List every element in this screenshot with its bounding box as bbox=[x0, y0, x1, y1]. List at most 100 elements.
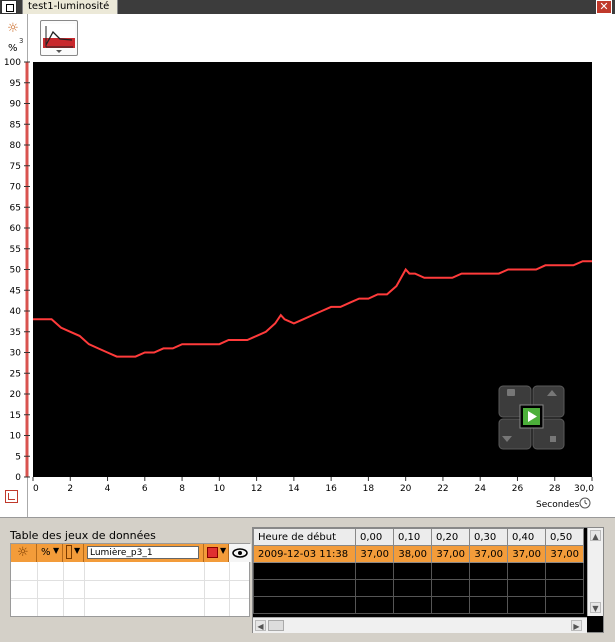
start-time-cell: 2009-12-03 11:38 bbox=[253, 545, 356, 563]
y-tick-label: 5 bbox=[15, 452, 21, 462]
x-axis-label: Secondes bbox=[536, 500, 580, 510]
column-header[interactable]: 0,50 bbox=[545, 528, 584, 546]
empty-cell bbox=[355, 596, 394, 614]
empty-cell bbox=[393, 579, 432, 597]
y-tick-label: 10 bbox=[10, 432, 22, 442]
x-tick-label: 10 bbox=[214, 484, 226, 494]
empty-cell bbox=[393, 562, 432, 580]
empty-cell bbox=[253, 596, 356, 614]
y-tick-label: 100 bbox=[4, 58, 21, 68]
value-cell: 37,00 bbox=[545, 545, 584, 563]
empty-cell bbox=[469, 579, 508, 597]
y-tick-label: 95 bbox=[10, 79, 21, 89]
empty-cell bbox=[507, 579, 546, 597]
value-cell: 37,00 bbox=[431, 545, 470, 563]
unit-value: % bbox=[41, 547, 51, 558]
y-tick-label: 20 bbox=[10, 390, 22, 400]
window-menu-icon[interactable] bbox=[1, 0, 17, 14]
y-tick-label: 60 bbox=[10, 224, 22, 234]
dataset-name-cell bbox=[84, 544, 204, 562]
empty-cell bbox=[507, 596, 546, 614]
x-tick-label: 14 bbox=[288, 484, 300, 494]
empty-cell bbox=[393, 596, 432, 614]
y-tick-label: 55 bbox=[10, 245, 21, 255]
x-tick-label: 16 bbox=[325, 484, 337, 494]
x-tick-label: 12 bbox=[251, 484, 262, 494]
x-tick-label: 4 bbox=[105, 484, 111, 494]
sensor-type-cell[interactable]: ☼ bbox=[11, 544, 37, 562]
x-tick-label: 26 bbox=[512, 484, 524, 494]
stop-icon bbox=[550, 436, 556, 442]
y-tick-label: 30 bbox=[10, 349, 22, 359]
scroll-right-arrow-icon[interactable]: ▶ bbox=[571, 620, 582, 631]
x-tick-label: 2 bbox=[67, 484, 73, 494]
scroll-up-arrow-icon[interactable]: ▲ bbox=[590, 530, 601, 541]
x-tick-label: 6 bbox=[142, 484, 148, 494]
y-tick-label: 40 bbox=[10, 307, 22, 317]
close-button[interactable]: ✕ bbox=[596, 0, 612, 14]
value-cell: 37,00 bbox=[469, 545, 508, 563]
empty-row bbox=[253, 562, 584, 580]
column-header[interactable]: Heure de début bbox=[253, 528, 356, 546]
table-row[interactable]: 2009-12-03 11:38 37,00 38,00 37,00 37,00 37,0… bbox=[253, 545, 584, 563]
scroll-thumb[interactable] bbox=[268, 620, 284, 631]
empty-cell bbox=[545, 596, 584, 614]
x-tick-label: 22 bbox=[437, 484, 448, 494]
x-tick-label: 8 bbox=[179, 484, 185, 494]
unit-dropdown[interactable]: % ▼ bbox=[37, 544, 63, 562]
column-header[interactable]: 0,20 bbox=[431, 528, 470, 546]
x-tick-label: 20 bbox=[400, 484, 412, 494]
scroll-down-arrow-icon[interactable]: ▼ bbox=[590, 602, 601, 613]
empty-cell bbox=[431, 562, 470, 580]
port-dropdown[interactable]: ▼ bbox=[63, 544, 84, 562]
y-tick-label: 15 bbox=[10, 411, 21, 421]
empty-row bbox=[253, 596, 584, 614]
x-tick-label: 28 bbox=[549, 484, 561, 494]
value-cell: 37,00 bbox=[355, 545, 394, 563]
lock-icon bbox=[507, 389, 515, 396]
chevron-down-icon: ▼ bbox=[53, 546, 60, 555]
x-tick-label: 0 bbox=[33, 484, 39, 494]
empty-cell bbox=[355, 562, 394, 580]
y-tick-label: 85 bbox=[10, 120, 21, 130]
value-cell: 37,00 bbox=[507, 545, 546, 563]
empty-row bbox=[253, 579, 584, 597]
datasets-table: ☼ % ▼ ▼ ▼ bbox=[10, 543, 251, 617]
navigation-pad[interactable] bbox=[497, 384, 566, 451]
vertical-scrollbar[interactable]: ▲ ▼ bbox=[587, 528, 603, 616]
color-swatch bbox=[207, 547, 218, 558]
datasets-table-title: Table des jeux de données bbox=[10, 529, 156, 542]
empty-cell bbox=[469, 562, 508, 580]
column-header[interactable]: 0,30 bbox=[469, 528, 508, 546]
clock-icon bbox=[579, 497, 591, 509]
empty-cell bbox=[253, 562, 356, 580]
color-dropdown[interactable]: ▼ bbox=[204, 544, 229, 562]
empty-cell bbox=[545, 579, 584, 597]
document-tab[interactable]: test1-luminosité bbox=[22, 0, 119, 14]
eye-icon bbox=[232, 548, 248, 558]
close-icon: ✕ bbox=[599, 0, 609, 13]
y-tick-label: 35 bbox=[10, 328, 21, 338]
column-header[interactable]: 0,40 bbox=[507, 528, 546, 546]
empty-cell bbox=[253, 579, 356, 597]
value-cell: 38,00 bbox=[393, 545, 432, 563]
port-icon bbox=[66, 545, 72, 559]
scroll-left-arrow-icon[interactable]: ◀ bbox=[255, 620, 266, 631]
chevron-down-icon: ▼ bbox=[74, 546, 81, 555]
y-tick-label: 75 bbox=[10, 162, 21, 172]
y-tick-label: 70 bbox=[10, 183, 22, 193]
horizontal-scrollbar[interactable]: ◀ ▶ bbox=[253, 617, 587, 633]
x-tick-label: 30,0 bbox=[574, 484, 594, 494]
dataset-name-field[interactable] bbox=[87, 546, 199, 559]
visibility-toggle[interactable] bbox=[229, 544, 251, 562]
x-tick-label: 24 bbox=[474, 484, 486, 494]
empty-cell bbox=[469, 596, 508, 614]
column-header[interactable]: 0,10 bbox=[393, 528, 432, 546]
column-header[interactable]: 0,00 bbox=[355, 528, 394, 546]
light-sensor-icon: ☼ bbox=[17, 545, 29, 560]
empty-cell bbox=[431, 579, 470, 597]
y-tick-label: 65 bbox=[10, 203, 21, 213]
y-tick-label: 50 bbox=[10, 266, 22, 276]
empty-cell bbox=[507, 562, 546, 580]
x-tick-label: 18 bbox=[363, 484, 375, 494]
